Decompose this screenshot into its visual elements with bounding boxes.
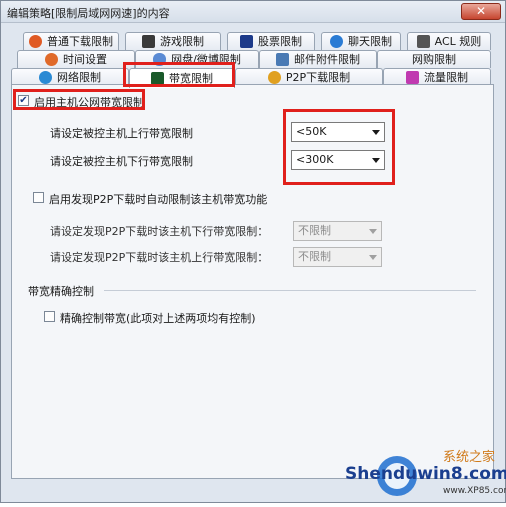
precise-control-label: 精确控制带宽(此项对上述两项均有控制) bbox=[60, 312, 256, 325]
dialog-window: 编辑策略[限制局域网网速]的内容 ✕ 普通下载限制 游戏限制 股票限制 聊天限制… bbox=[0, 0, 506, 503]
dropdown-arrow-icon bbox=[372, 130, 380, 135]
tab-label: 邮件附件限制 bbox=[294, 52, 360, 66]
tab-label: 聊天限制 bbox=[348, 34, 392, 48]
precise-control-checkbox[interactable] bbox=[44, 311, 55, 322]
tab-label: 普通下载限制 bbox=[47, 34, 113, 48]
upload-limit-select[interactable]: <50K bbox=[291, 122, 385, 142]
tab-chat[interactable]: 聊天限制 bbox=[321, 32, 401, 50]
p2p-icon bbox=[267, 71, 281, 84]
tab-stock[interactable]: 股票限制 bbox=[227, 32, 315, 50]
network-globe-icon bbox=[39, 71, 52, 84]
p2p-upload-limit-select[interactable]: 不限制 bbox=[293, 247, 382, 267]
p2p-auto-limit-checkbox[interactable] bbox=[33, 192, 44, 203]
watermark-brand: Shenduwin8.com bbox=[345, 464, 506, 484]
tab-game[interactable]: 游戏限制 bbox=[125, 32, 221, 50]
tab-acl[interactable]: ACL 规则 bbox=[407, 32, 491, 50]
enable-host-bandwidth-checkbox[interactable]: ✔ bbox=[18, 95, 29, 106]
traffic-bars-icon bbox=[406, 71, 419, 84]
tab-label: 带宽限制 bbox=[169, 71, 213, 85]
tab-label: 游戏限制 bbox=[160, 34, 204, 48]
p2p-upload-limit-label: 请设定发现P2P下载时该主机上行带宽限制： bbox=[50, 251, 269, 264]
cloud-icon bbox=[153, 53, 167, 66]
tab-label: 时间设置 bbox=[63, 52, 107, 66]
tab-bandwidth[interactable]: 带宽限制 bbox=[129, 68, 235, 88]
close-button[interactable]: ✕ bbox=[461, 3, 501, 20]
p2p-download-limit-label: 请设定发现P2P下载时该主机下行带宽限制： bbox=[50, 225, 269, 238]
window-title: 编辑策略[限制局域网网速]的内容 bbox=[7, 7, 170, 20]
tab-time-settings[interactable]: 时间设置 bbox=[17, 50, 135, 68]
dropdown-arrow-icon bbox=[372, 158, 380, 163]
tab-row-1: 普通下载限制 游戏限制 股票限制 聊天限制 ACL 规则 bbox=[1, 32, 506, 50]
watermark-sub: 系统之家 bbox=[443, 450, 496, 465]
stock-chart-icon bbox=[240, 35, 253, 48]
chat-users-icon bbox=[330, 35, 343, 48]
tab-normal-download[interactable]: 普通下载限制 bbox=[23, 32, 119, 50]
watermark-url: www.XP85.com bbox=[443, 486, 506, 496]
tab-cloud-weibo[interactable]: 网盘/微博限制 bbox=[135, 50, 259, 68]
clock-download-icon bbox=[29, 35, 42, 48]
p2p-download-limit-select[interactable]: 不限制 bbox=[293, 221, 382, 241]
group-divider bbox=[104, 290, 476, 291]
acl-rule-icon bbox=[416, 35, 430, 48]
clock-icon bbox=[45, 53, 58, 66]
dropdown-arrow-icon bbox=[369, 255, 377, 260]
p2p-upload-limit-value: 不限制 bbox=[298, 250, 331, 263]
download-limit-value: <300K bbox=[296, 153, 334, 166]
title-bar: 编辑策略[限制局域网网速]的内容 ✕ bbox=[1, 1, 505, 23]
enable-host-bandwidth-label: 启用主机公网带宽限制 bbox=[34, 96, 144, 109]
site-watermark: Shenduwin8.com 系统之家 www.XP85.com bbox=[309, 444, 506, 504]
precise-control-group-title: 带宽精确控制 bbox=[28, 285, 94, 298]
dropdown-arrow-icon bbox=[369, 229, 377, 234]
tab-label: 网盘/微博限制 bbox=[171, 52, 241, 66]
bandwidth-panel: ✔ 启用主机公网带宽限制 请设定被控主机上行带宽限制 <50K 请设定被控主机下… bbox=[11, 84, 494, 479]
download-limit-select[interactable]: <300K bbox=[291, 150, 385, 170]
p2p-download-limit-value: 不限制 bbox=[298, 224, 331, 237]
tab-label: 股票限制 bbox=[258, 34, 302, 48]
bandwidth-icon bbox=[151, 72, 164, 85]
upload-limit-label: 请设定被控主机上行带宽限制 bbox=[50, 127, 193, 140]
tab-online-shopping[interactable]: 网购限制 bbox=[377, 50, 491, 68]
p2p-auto-limit-label: 启用发现P2P下载时自动限制该主机带宽功能 bbox=[49, 193, 268, 206]
upload-limit-value: <50K bbox=[296, 125, 327, 138]
tab-label: ACL 规则 bbox=[434, 34, 482, 48]
game-icon bbox=[142, 35, 155, 48]
download-limit-label: 请设定被控主机下行带宽限制 bbox=[50, 155, 193, 168]
tab-row-2: 时间设置 网盘/微博限制 邮件附件限制 网购限制 bbox=[1, 50, 506, 68]
tab-label: 网购限制 bbox=[412, 52, 456, 66]
mail-attachment-icon bbox=[276, 53, 289, 66]
tab-mail-attachment[interactable]: 邮件附件限制 bbox=[259, 50, 377, 68]
